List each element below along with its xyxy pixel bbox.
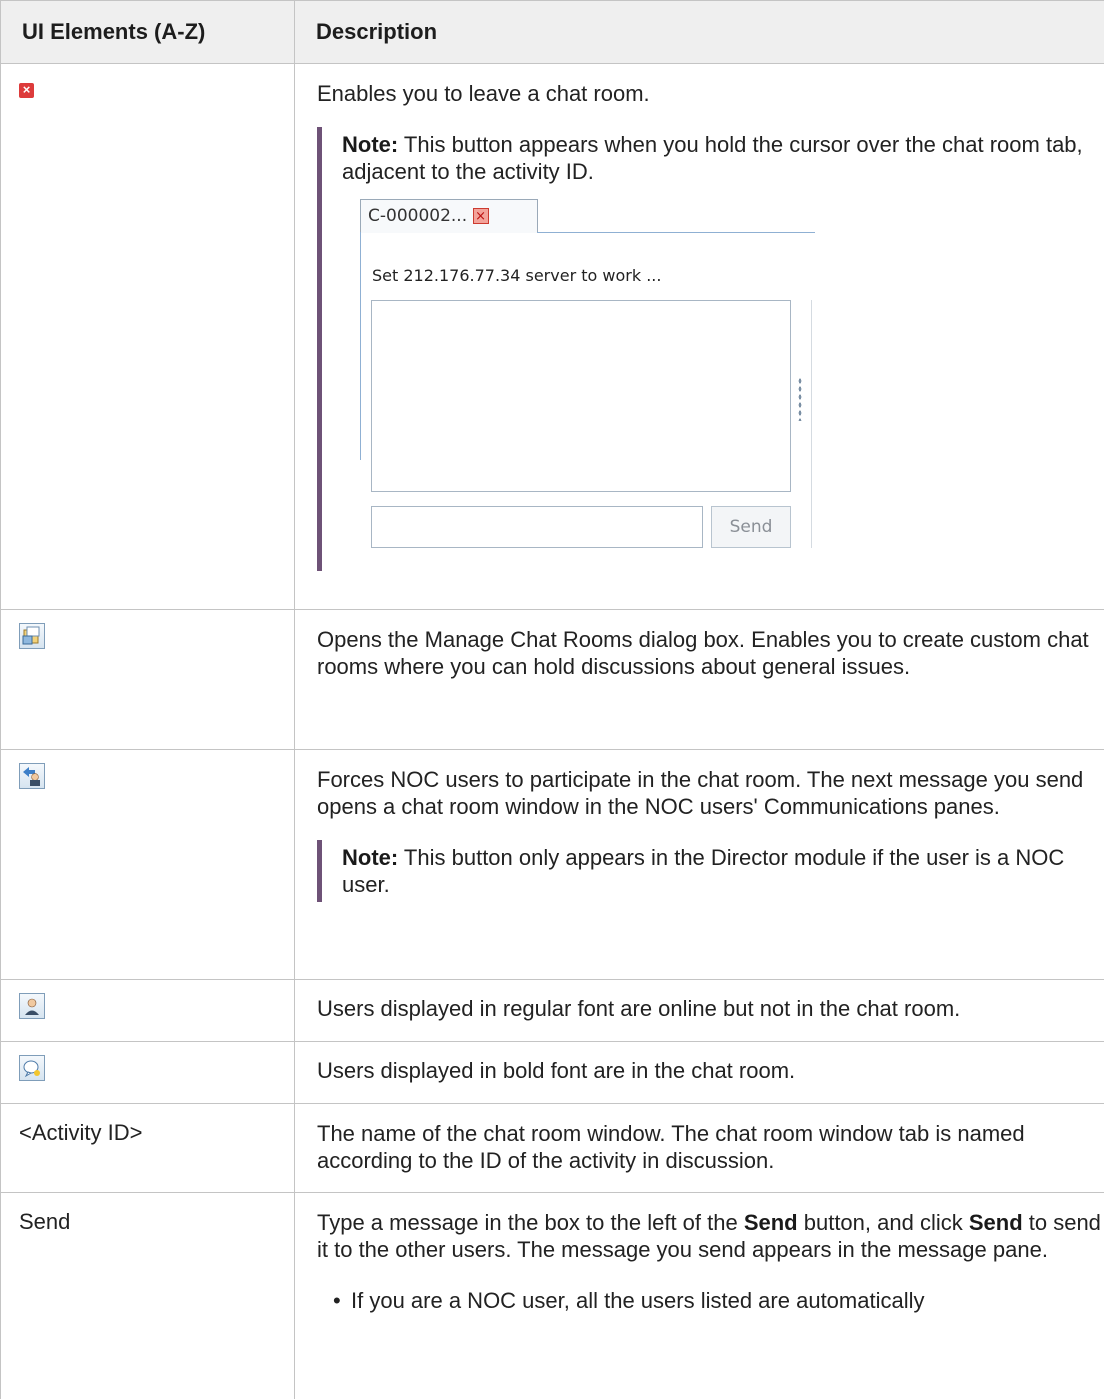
ui-element-cell [0, 609, 295, 750]
column-header-ui-elements-label: UI Elements (A-Z) [22, 19, 206, 44]
table-row: Users displayed in regular font are onli… [0, 979, 1104, 1042]
description-cell: Forces NOC users to participate in the c… [294, 749, 1104, 980]
ui-element-cell: × [0, 63, 295, 610]
ui-element-cell [0, 1041, 295, 1104]
bullet-list: If you are a NOC user, all the users lis… [317, 1287, 1104, 1314]
pane-splitter [811, 300, 812, 548]
splitter-grip[interactable] [798, 377, 802, 421]
column-header-description-label: Description [316, 19, 438, 44]
ui-element-label: <Activity ID> [19, 1120, 143, 1145]
chat-topic: Set 212.176.77.34 server to work ... [372, 266, 662, 285]
leave-chat-icon: × [19, 83, 34, 98]
column-header-ui-elements: UI Elements (A-Z) [0, 0, 295, 64]
note-label: Note: [342, 845, 399, 870]
note-block: Note: This button appears when you hold … [317, 127, 1089, 571]
table-header-row: UI Elements (A-Z) Description [0, 0, 1104, 64]
chat-room-tab: C-000002... × [360, 199, 538, 233]
ui-elements-table: UI Elements (A-Z) Description × Enables … [0, 0, 1104, 1399]
ui-element-cell [0, 749, 295, 980]
table-row: Send Type a message in the box to the le… [0, 1192, 1104, 1399]
row-description: Forces NOC users to participate in the c… [317, 767, 1084, 819]
user-in-chat-icon [19, 1055, 45, 1081]
description-cell: The name of the chat room window. The ch… [294, 1103, 1104, 1193]
note-block: Note: This button only appears in the Di… [317, 840, 1089, 902]
message-input[interactable] [371, 506, 703, 548]
close-icon: × [472, 208, 489, 224]
tab-divider [537, 232, 815, 233]
panel-border [360, 232, 361, 460]
table-row: Opens the Manage Chat Rooms dialog box. … [0, 609, 1104, 750]
table-row: <Activity ID> The name of the chat room … [0, 1103, 1104, 1193]
ui-element-cell: <Activity ID> [0, 1103, 295, 1193]
row-description: Enables you to leave a chat room. [317, 81, 650, 106]
description-text: button, and click [797, 1210, 969, 1235]
ui-element-label: Send [19, 1209, 71, 1234]
message-pane [371, 300, 791, 492]
send-keyword: Send [743, 1210, 798, 1235]
user-online-icon [19, 993, 45, 1019]
row-description: Users displayed in bold font are in the … [317, 1058, 796, 1083]
table-row: Users displayed in bold font are in the … [0, 1041, 1104, 1104]
row-description: Type a message in the box to the left of… [317, 1209, 1104, 1263]
table-row: × Enables you to leave a chat room. Note… [0, 63, 1104, 610]
ui-element-cell: Send [0, 1192, 295, 1399]
row-description: The name of the chat room window. The ch… [317, 1121, 1025, 1173]
row-description: Users displayed in regular font are onli… [317, 996, 961, 1021]
send-button[interactable]: Send [711, 506, 791, 548]
note-text: This button appears when you hold the cu… [342, 132, 1083, 184]
chat-room-tab-label: C-000002... [368, 206, 468, 226]
page: UI Elements (A-Z) Description × Enables … [0, 0, 1104, 1399]
chat-room-screenshot: C-000002... × Set 212.176.77.34 server t… [360, 199, 820, 569]
description-cell: Type a message in the box to the left of… [294, 1192, 1104, 1399]
manage-chat-rooms-icon [19, 623, 45, 649]
send-keyword: Send [968, 1210, 1023, 1235]
description-text: Type a message in the box to the left of… [317, 1210, 744, 1235]
description-cell: Enables you to leave a chat room. Note: … [294, 63, 1104, 610]
description-cell: Users displayed in regular font are onli… [294, 979, 1104, 1042]
table-row: Forces NOC users to participate in the c… [0, 749, 1104, 980]
description-cell: Opens the Manage Chat Rooms dialog box. … [294, 609, 1104, 750]
note-label: Note: [342, 132, 399, 157]
force-participation-icon [19, 763, 45, 789]
ui-element-cell [0, 979, 295, 1042]
row-description: Opens the Manage Chat Rooms dialog box. … [317, 627, 1089, 679]
note-text: This button only appears in the Director… [342, 845, 1065, 897]
list-item: If you are a NOC user, all the users lis… [333, 1287, 1104, 1314]
column-header-description: Description [294, 0, 1104, 64]
description-cell: Users displayed in bold font are in the … [294, 1041, 1104, 1104]
